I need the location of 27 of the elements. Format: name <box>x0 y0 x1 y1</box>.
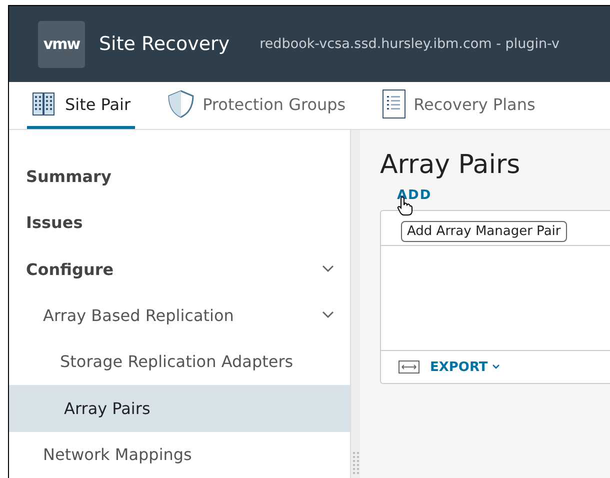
sidebar-item[interactable]: Network Mappings <box>9 432 350 478</box>
document-list-icon <box>382 89 406 119</box>
tooltip: Add Array Manager Pair <box>401 221 567 242</box>
tab[interactable]: Site Pair <box>27 82 135 129</box>
tab-label: Recovery Plans <box>414 94 536 114</box>
tab-label: Protection Groups <box>202 94 346 114</box>
sidebar-item[interactable]: Summary <box>9 153 350 200</box>
export-button[interactable]: EXPORT <box>430 360 500 374</box>
caret-icon <box>492 364 500 370</box>
app-title: Site Recovery <box>99 33 230 55</box>
sidebar-item[interactable]: Configure <box>9 246 350 292</box>
chevron-down-icon <box>322 265 334 274</box>
shield-icon <box>166 89 195 119</box>
logo: vmw <box>38 20 85 68</box>
sidebar-item[interactable]: Storage Replication Adapters <box>9 338 350 386</box>
column-resize-icon[interactable] <box>398 360 420 374</box>
server-name: redbook-vcsa.ssd.hursley.ibm.com - plugin-v <box>260 36 560 52</box>
building-icon <box>31 91 57 117</box>
tab-label: Site Pair <box>65 94 131 114</box>
sidebar-item[interactable]: Array Pairs <box>9 385 350 432</box>
sidebar-item[interactable]: Array Based Replication <box>9 292 350 339</box>
resize-grip-icon <box>352 452 358 476</box>
sidebar-item[interactable]: Issues <box>9 199 350 246</box>
page-title: Array Pairs <box>380 150 522 180</box>
tab[interactable]: Protection Groups <box>162 82 350 129</box>
chevron-down-icon <box>322 311 334 320</box>
tab[interactable]: Recovery Plans <box>378 82 540 129</box>
